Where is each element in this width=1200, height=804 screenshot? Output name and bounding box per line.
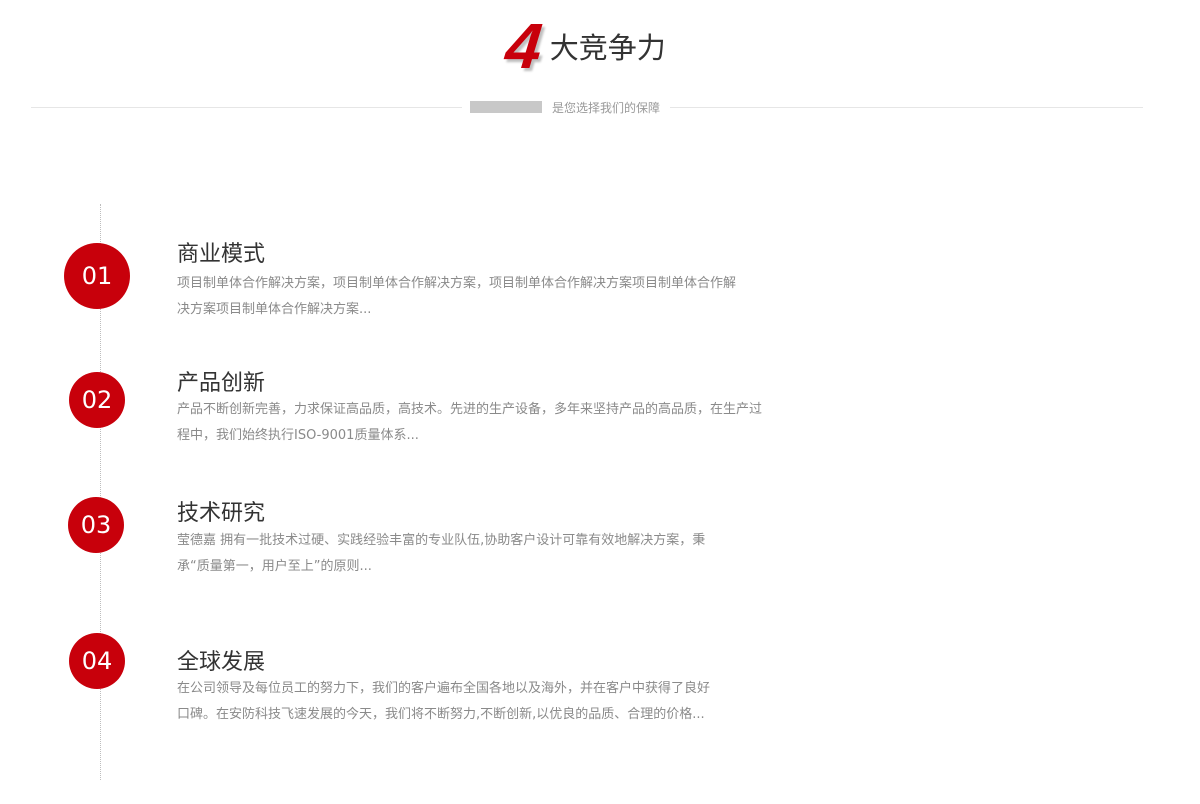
item-number-badge: 03 (68, 497, 124, 553)
item-description-line: 决方案项目制单体合作解决方案... (177, 302, 372, 317)
item-description: 项目制单体合作解决方案，项目制单体合作解决方案，项目制单体合作解决方案项目制单体… (177, 271, 736, 323)
title-text: 大竞争力 (549, 31, 666, 65)
item-number-badge: 01 (64, 243, 130, 309)
item-description-line: 产品不断创新完善，力求保证高品质，高技术。先进的生产设备，多年来坚持产品的高品质… (177, 402, 763, 417)
subtitle-text: 是您选择我们的保障 (552, 100, 661, 115)
item-heading: 商业模式 (177, 242, 266, 267)
item-description: 莹德嘉 拥有一批技术过硬、实践经验丰富的专业队伍,协助客户设计可靠有效地解决方案… (177, 528, 705, 580)
title-number: 4 (502, 10, 546, 82)
item-description-line: 在公司领导及每位员工的努力下，我们的客户遍布全国各地以及海外，并在客户中获得了良… (177, 681, 711, 696)
item-heading: 产品创新 (177, 371, 266, 396)
section-title: 4 大竞争力 (0, 10, 1172, 82)
item-description-line: 口碑。在安防科技飞速发展的今天，我们将不断努力,不断创新,以优良的品质、合理的价… (177, 707, 705, 722)
item-description-line: 项目制单体合作解决方案，项目制单体合作解决方案，项目制单体合作解决方案项目制单体… (177, 276, 737, 291)
subtitle-block: 是您选择我们的保障 (462, 99, 671, 115)
item-heading: 全球发展 (177, 650, 266, 675)
item-number-badge: 02 (69, 372, 125, 428)
item-description-line: 程中，我们始终执行ISO-9001质量体系... (177, 428, 419, 443)
item-description: 产品不断创新完善，力求保证高品质，高技术。先进的生产设备，多年来坚持产品的高品质… (177, 397, 762, 449)
item-description: 在公司领导及每位员工的努力下，我们的客户遍布全国各地以及海外，并在客户中获得了良… (177, 676, 710, 728)
subtitle-bar-decoration (470, 101, 542, 113)
item-number-badge: 04 (69, 633, 125, 689)
item-description-line: 莹德嘉 拥有一批技术过硬、实践经验丰富的专业队伍,协助客户设计可靠有效地解决方案… (177, 533, 706, 548)
item-description-line: 承“质量第一，用户至上”的原则... (177, 559, 372, 574)
item-heading: 技术研究 (177, 501, 266, 526)
